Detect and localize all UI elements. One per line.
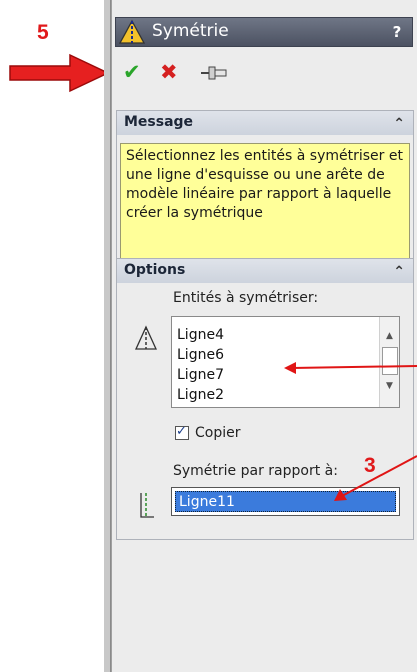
mirror-line-icon [140,493,154,518]
message-section-title: Message [124,114,194,130]
copy-checkbox[interactable]: ✓ [175,424,189,440]
collapse-chevron-icon[interactable]: ⌃ [393,261,405,283]
ok-check-icon[interactable]: ✔ [123,60,141,84]
message-text: Sélectionnez les entités à symétriser et… [120,143,410,261]
copy-label: Copier [195,425,241,441]
step-number-5: 5 [37,21,49,44]
scroll-up-arrow-icon[interactable]: ▲ [380,331,399,341]
collapse-chevron-icon[interactable]: ⌃ [393,113,405,135]
red-arrow-annotation [9,53,110,93]
options-section-title: Options [124,262,186,278]
panel-splitter[interactable] [104,0,111,672]
check-icon: ✓ [176,424,187,439]
red-pointer-arrows-annotation [284,362,417,501]
mirror-feature-icon [118,19,146,44]
entities-to-mirror-icon [134,325,158,350]
pin-icon[interactable] [199,62,229,84]
list-item[interactable]: Ligne4 [172,325,399,345]
options-section-header[interactable]: Options ⌃ [117,259,413,283]
message-section-header[interactable]: Message ⌃ [117,111,413,135]
window-title: Symétrie [152,21,229,41]
cancel-x-icon[interactable]: ✖ [160,60,178,84]
help-button[interactable]: ? [387,22,407,42]
entities-label: Entités à symétriser: [173,290,319,306]
